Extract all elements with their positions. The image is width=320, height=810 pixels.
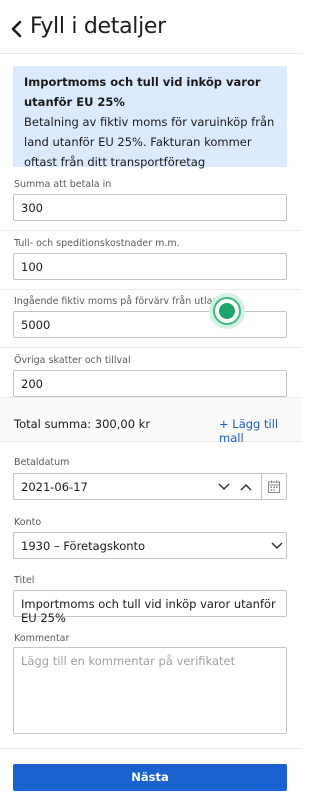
- chevron-down-icon[interactable]: [218, 482, 230, 492]
- date-divider: [261, 474, 262, 499]
- payment-date-input[interactable]: 2021-06-17: [13, 473, 287, 500]
- chevron-up-icon[interactable]: [240, 482, 252, 492]
- field-label-vat: Ingående fiktiv moms på förvärv från utl…: [14, 296, 235, 307]
- title-input[interactable]: Importmoms och tull vid inköp varor utan…: [13, 590, 287, 625]
- field-separator: [0, 230, 302, 231]
- field-label-amount: Summa att betala in: [14, 179, 112, 190]
- field-label-other-taxes: Övriga skatter och tillval: [14, 355, 131, 366]
- footer-divider: [0, 748, 302, 749]
- field-label-account: Konto: [14, 517, 42, 528]
- customs-input[interactable]: 100: [13, 253, 287, 280]
- field-separator: [0, 347, 302, 348]
- field-label-title: Titel: [14, 575, 35, 586]
- info-box: Importmoms och tull vid inköp varor utan…: [13, 66, 287, 169]
- cursor-focus-dot: [219, 303, 235, 319]
- info-body: Betalning av fiktiv moms för varuinköp f…: [24, 115, 275, 169]
- field-label-customs: Tull- och speditionskostnader m.m.: [14, 238, 180, 249]
- field-label-comment: Kommentar: [14, 633, 70, 644]
- field-label-payment-date: Betaldatum: [14, 457, 70, 468]
- header: Fyll i detaljer: [0, 0, 302, 56]
- page-title: Fyll i detaljer: [30, 14, 166, 39]
- amount-input[interactable]: 300: [13, 194, 287, 221]
- info-title: Importmoms och tull vid inköp varor utan…: [24, 75, 261, 109]
- next-button[interactable]: Nästa: [13, 764, 287, 791]
- account-value: 1930 – Företagskonto: [21, 539, 146, 553]
- calendar-icon[interactable]: [268, 480, 280, 493]
- back-arrow-icon[interactable]: [10, 20, 24, 38]
- comment-textarea[interactable]: Lägg till en kommentar på verifikatet: [13, 647, 287, 734]
- total-sum: Total summa: 300,00 kr: [14, 417, 151, 431]
- chevron-down-icon: [271, 542, 283, 550]
- account-select[interactable]: 1930 – Företagskonto: [13, 532, 287, 559]
- other-taxes-input[interactable]: 200: [13, 370, 287, 397]
- payment-date-value: 2021-06-17: [21, 480, 88, 494]
- header-divider: [0, 53, 302, 54]
- field-separator: [0, 289, 302, 290]
- add-template-link[interactable]: + Lägg till mall: [219, 417, 302, 445]
- vat-input[interactable]: 5000: [13, 311, 287, 338]
